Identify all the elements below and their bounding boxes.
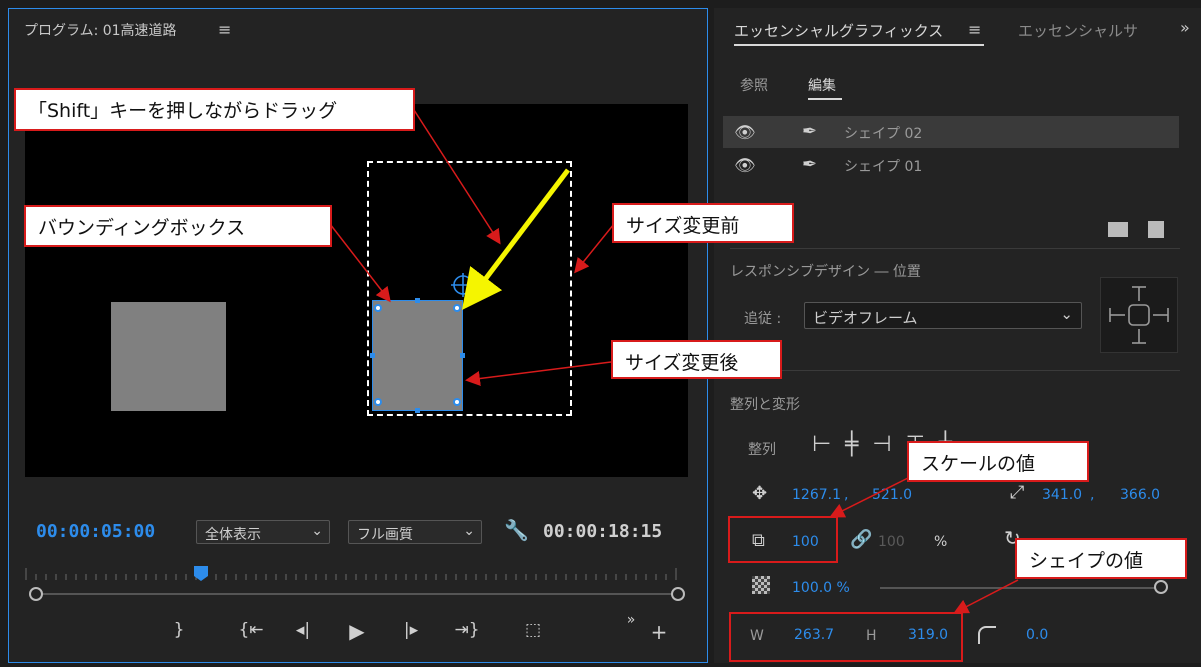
callout-shift-drag: 「Shift」キーを押しながらドラッグ	[14, 88, 415, 131]
callout-shape-value: シェイプの値	[1015, 538, 1187, 579]
callout-before-resize: サイズ変更前	[612, 203, 794, 243]
callout-after-resize: サイズ変更後	[611, 340, 782, 379]
callout-scale-value: スケールの値	[907, 441, 1089, 482]
callout-bounding-box: バウンディングボックス	[24, 205, 332, 247]
